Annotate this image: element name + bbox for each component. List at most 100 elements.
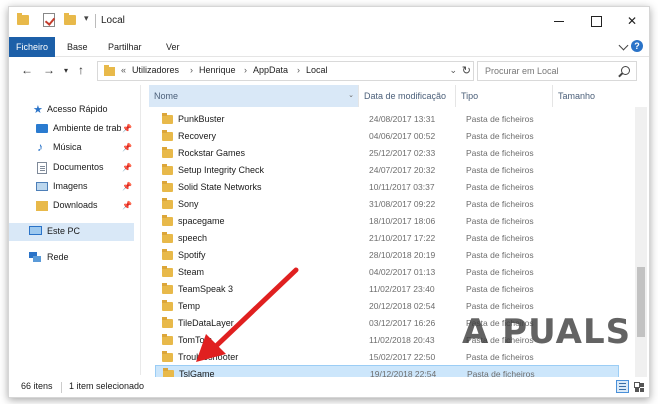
file-row[interactable]: Recovery 04/06/2017 00:52 Pasta de ficheir… <box>155 128 619 145</box>
pin-icon[interactable]: 📌 <box>122 143 132 152</box>
breadcrumb-utilizadores[interactable]: Utilizadores <box>132 65 179 75</box>
folder-icon <box>162 249 173 260</box>
large-icons-view-icon[interactable] <box>632 380 645 393</box>
up-arrow-icon[interactable]: ↑ <box>78 63 84 77</box>
folder-icon <box>162 164 173 175</box>
folder-icon <box>162 181 173 192</box>
file-row[interactable]: Rockstar Games 25/12/2017 02:33 Pasta de f… <box>155 145 619 162</box>
folder-icon <box>162 130 173 141</box>
file-type: Pasta de ficheiros <box>466 114 534 124</box>
pin-icon[interactable]: 📌 <box>122 124 132 133</box>
address-overflow[interactable]: « <box>121 65 126 75</box>
music-icon: ♪ <box>37 140 43 154</box>
tab-ficheiro[interactable]: Ficheiro <box>9 37 56 57</box>
computer-icon <box>29 226 42 235</box>
address-history-icon[interactable]: ⌄ <box>449 65 457 76</box>
file-date: 21/10/2017 17:22 <box>369 233 436 243</box>
properties-icon[interactable] <box>43 13 55 27</box>
nav-este-pc[interactable]: Este PC <box>9 223 134 241</box>
nav-musica[interactable]: ♪ Música 📌 <box>9 139 134 157</box>
star-icon: ★ <box>33 104 43 116</box>
file-type: Pasta de ficheiros <box>466 148 534 158</box>
file-type: Pasta de ficheiros <box>466 199 534 209</box>
file-row[interactable]: Steam 04/02/2017 01:13 Pasta de ficheiros <box>155 264 619 281</box>
nav-acesso-rapido[interactable]: ★ Acesso Rápido <box>9 101 134 119</box>
file-date: 11/02/2018 20:43 <box>369 335 435 345</box>
breadcrumb-separator[interactable]: › <box>190 65 193 75</box>
tab-partilhar[interactable]: Partilhar <box>102 39 148 55</box>
tab-base[interactable]: Base <box>61 39 94 55</box>
folder-icon <box>162 334 173 345</box>
nav-imagens[interactable]: Imagens 📌 <box>9 178 134 196</box>
breadcrumb-local[interactable]: Local <box>306 65 328 75</box>
file-type: Pasta de ficheiros <box>466 250 534 260</box>
nav-ambiente-de-trabalho[interactable]: Ambiente de trabalho 📌 <box>9 120 134 138</box>
file-row[interactable]: spacegame 18/10/2017 18:06 Pasta de fichei… <box>155 213 619 230</box>
help-icon[interactable]: ? <box>631 40 643 52</box>
tab-ver[interactable]: Ver <box>160 39 186 55</box>
search-box[interactable]: Procurar em Local <box>477 61 637 81</box>
breadcrumb-separator[interactable]: › <box>244 65 247 75</box>
minimize-button[interactable] <box>544 11 574 31</box>
folder-icon <box>162 300 173 311</box>
scrollbar-thumb[interactable] <box>637 267 645 337</box>
breadcrumb-separator[interactable]: › <box>297 65 300 75</box>
file-name: spacegame <box>178 216 225 226</box>
desktop-icon <box>36 124 48 133</box>
file-row[interactable]: TeamSpeak 3 11/02/2017 23:40 Pasta de fich… <box>155 281 619 298</box>
new-folder-icon[interactable] <box>64 13 76 25</box>
pin-icon[interactable]: 📌 <box>122 182 132 191</box>
file-name: Setup Integrity Check <box>178 165 265 175</box>
pane-divider[interactable] <box>140 85 141 375</box>
column-header-size[interactable]: Tamanho <box>553 85 619 107</box>
file-row[interactable]: Setup Integrity Check 24/07/2017 20:32 Pas… <box>155 162 619 179</box>
nav-label: Documentos <box>53 162 104 172</box>
nav-label: Este PC <box>47 226 81 236</box>
expand-ribbon-icon[interactable] <box>618 40 629 51</box>
file-row[interactable]: Spotify 28/10/2018 20:19 Pasta de ficheiro… <box>155 247 619 264</box>
file-name: Rockstar Games <box>178 148 246 158</box>
file-date: 10/11/2017 03:37 <box>369 182 435 192</box>
folder-icon <box>162 351 173 362</box>
maximize-button[interactable] <box>581 11 611 31</box>
nav-downloads[interactable]: Downloads 📌 <box>9 197 134 215</box>
file-date: 04/02/2017 01:13 <box>369 267 436 277</box>
details-view-icon[interactable] <box>616 380 629 393</box>
column-filter-icon[interactable]: ⌄ <box>348 85 354 107</box>
customize-quick-access-icon[interactable]: ▾ <box>84 13 89 24</box>
nav-rede[interactable]: Rede <box>9 249 134 267</box>
appuals-watermark: A PUALS <box>462 312 632 352</box>
folder-icon <box>162 232 173 243</box>
folder-icon <box>162 215 173 226</box>
address-bar[interactable]: « Utilizadores › Henrique › AppData › Lo… <box>97 61 474 81</box>
nav-label: Acesso Rápido <box>47 104 108 114</box>
nav-label: Imagens <box>53 181 88 191</box>
close-button[interactable]: ✕ <box>617 11 647 31</box>
file-date: 25/12/2017 02:33 <box>369 148 436 158</box>
file-name: Solid State Networks <box>178 182 262 192</box>
column-header-name[interactable]: Nome ⌄ <box>149 85 359 107</box>
file-name: PunkBuster <box>178 114 225 124</box>
file-row[interactable]: speech 21/10/2017 17:22 Pasta de ficheiros <box>155 230 619 247</box>
search-input[interactable]: Procurar em Local <box>485 66 559 76</box>
column-header-date[interactable]: Data de modificação <box>359 85 456 107</box>
breadcrumb-henrique[interactable]: Henrique <box>199 65 236 75</box>
file-row[interactable]: Sony 31/08/2017 09:22 Pasta de ficheiros <box>155 196 619 213</box>
pin-icon[interactable]: 📌 <box>122 163 132 172</box>
file-date: 03/12/2017 16:26 <box>369 318 436 328</box>
pin-icon[interactable]: 📌 <box>122 201 132 210</box>
vertical-scrollbar[interactable] <box>635 107 647 377</box>
search-icon[interactable] <box>621 66 630 75</box>
forward-arrow-icon[interactable]: → <box>43 63 55 77</box>
refresh-icon[interactable]: ↻ <box>462 64 471 77</box>
nav-label: Downloads <box>53 200 98 210</box>
file-row[interactable]: Solid State Networks 10/11/2017 03:37 Past… <box>155 179 619 196</box>
breadcrumb-appdata[interactable]: AppData <box>253 65 288 75</box>
nav-documentos[interactable]: Documentos 📌 <box>9 159 134 177</box>
file-name: Troubleshooter <box>178 352 239 362</box>
file-date: 20/12/2018 02:54 <box>369 301 436 311</box>
recent-locations-icon[interactable]: ▾ <box>64 66 68 75</box>
back-arrow-icon[interactable]: ← <box>21 63 33 77</box>
file-row[interactable]: PunkBuster 24/08/2017 13:31 Pasta de fiche… <box>155 111 619 128</box>
column-header-type[interactable]: Tipo <box>456 85 553 107</box>
